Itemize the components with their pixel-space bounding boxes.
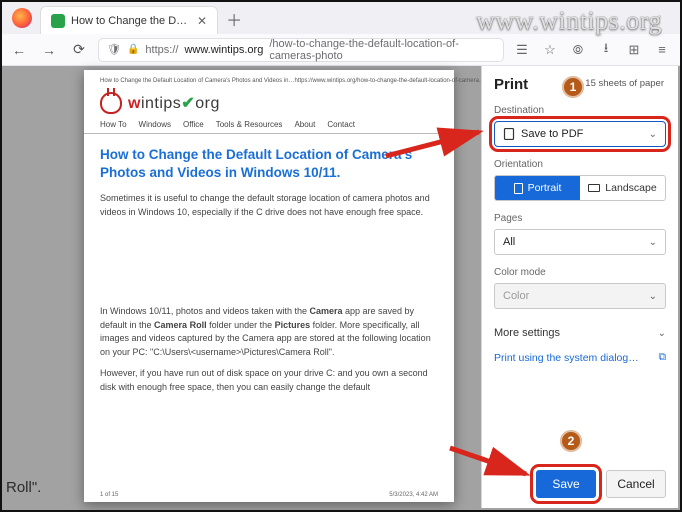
nav-item: Contact [327,120,355,129]
system-dialog-link[interactable]: Print using the system dialog… ⧉ [494,351,666,364]
menu-icon[interactable]: ≡ [652,42,672,57]
more-settings[interactable]: More settings ⌄ [494,327,666,339]
preview-header: How to Change the Default Location of Ca… [100,78,438,84]
external-icon: ⧉ [659,351,667,364]
url-box[interactable]: 🛡 🔒 https:// www.wintips.org/how-to-chang… [98,38,504,62]
destination-value: Save to PDF [521,128,583,140]
back-button[interactable]: ← [8,42,30,58]
article-paragraph: In Windows 10/11, photos and videos take… [100,305,438,359]
orientation-label: Orientation [494,159,666,170]
forward-button[interactable]: → [38,42,60,58]
save-button[interactable]: Save [536,470,596,498]
browser-window: How to Change the Default Loc ✕ ＋ ← → ⟳ … [0,0,680,510]
address-bar: ← → ⟳ 🛡 🔒 https:// www.wintips.org/how-to… [0,34,680,66]
tab-title: How to Change the Default Loc [71,15,191,27]
pages-label: Pages [494,213,666,224]
step-badge-1: 1 [562,76,584,98]
site-brand: wintips✔org [100,92,438,114]
chevron-down-icon: ⌄ [649,129,657,140]
new-tab-button[interactable]: ＋ [226,7,242,31]
preview-page: How to Change the Default Location of Ca… [84,70,454,502]
nav-item: About [294,120,315,129]
lock-icon: 🔒 [127,44,139,55]
url-scheme: https:// [145,44,178,56]
brand-text: wintips✔org [128,93,220,113]
color-label: Color mode [494,267,666,278]
color-value: Color [503,290,529,302]
landscape-icon [588,184,600,192]
step-badge-2: 2 [560,430,582,452]
wintips-logo-icon [100,92,122,114]
destination-label: Destination [494,105,666,116]
chevron-down-icon: ⌄ [649,291,657,302]
pages-select[interactable]: All ⌄ [494,229,666,255]
nav-item: Office [183,120,204,129]
browser-tab[interactable]: How to Change the Default Loc ✕ [40,6,218,34]
watermark: www.wintips.org [476,6,662,36]
background-text: Roll". [6,479,41,496]
close-icon[interactable]: ✕ [197,14,207,28]
download-icon[interactable]: ⭳ [596,39,616,61]
bookmark-icon[interactable]: ☆ [540,42,560,58]
preview-header-right: https://www.wintips.org/how-to-change-th… [294,78,484,84]
article-paragraph: However, if you have run out of disk spa… [100,367,438,394]
page-counter: 1 of 15 [100,492,118,498]
preview-footer: 1 of 15 5/3/2023, 4:42 AM [100,492,438,498]
portrait-icon [514,183,523,194]
nav-item: How To [100,120,127,129]
pages-value: All [503,236,515,248]
reader-icon[interactable]: ☰ [512,42,532,58]
color-select[interactable]: Color ⌄ [494,283,666,309]
orientation-toggle[interactable]: Portrait Landscape [494,175,666,201]
reload-button[interactable]: ⟳ [68,41,90,58]
divider [84,133,454,134]
preview-header-left: How to Change the Default Location of Ca… [100,78,294,84]
orientation-landscape[interactable]: Landscape [580,176,665,200]
dialog-buttons: Save Cancel [494,470,666,498]
article-title: How to Change the Default Location of Ca… [100,146,438,182]
chevron-down-icon: ⌄ [658,328,666,339]
page-timestamp: 5/3/2023, 4:42 AM [389,492,438,498]
article-paragraph: Sometimes it is useful to change the def… [100,192,438,219]
orientation-portrait[interactable]: Portrait [495,176,580,200]
firefox-icon [12,8,32,28]
extensions-icon[interactable]: ⊞ [624,42,644,58]
url-path: /how-to-change-the-default-location-of-c… [269,38,495,62]
sheet-count: 15 sheets of paper [585,78,664,89]
cancel-button[interactable]: Cancel [606,470,666,498]
url-host: www.wintips.org [184,44,263,56]
account-icon[interactable]: ⦾ [568,42,588,58]
article-body: Sometimes it is useful to change the def… [100,192,438,394]
chevron-down-icon: ⌄ [649,237,657,248]
nav-item: Windows [139,120,171,129]
pdf-icon [503,128,515,140]
site-nav: How To Windows Office Tools & Resources … [100,120,438,129]
shield-icon: 🛡 [107,43,121,56]
tab-favicon-icon [51,14,65,28]
nav-item: Tools & Resources [216,120,283,129]
destination-select[interactable]: Save to PDF ⌄ [494,121,666,147]
